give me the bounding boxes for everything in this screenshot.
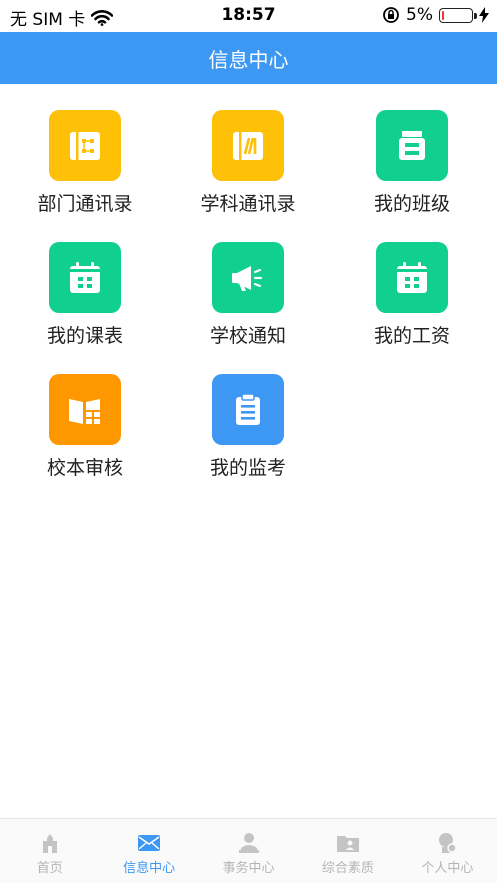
tile-icon-bg [212,242,284,313]
tab-label: 个人中心 [421,861,474,876]
contact-book-icon [70,131,100,160]
tab-label: 事务中心 [222,861,275,876]
nav-header: 信息中心 [0,32,497,84]
class-icon [399,130,425,160]
home-icon [42,834,57,853]
tab-label: 综合素质 [321,861,374,876]
tile-department-directory[interactable]: 部门通讯录 [5,84,165,216]
bottom-tab-bar: 首页 信息中心 事务中心 综合素质 个人中心 [0,818,497,883]
subject-book-icon [233,131,263,160]
tile-icon-bg [49,242,121,313]
user-settings-icon [439,833,458,853]
tab-personal-center[interactable]: 个人中心 [398,819,497,883]
battery-percent: 5% [406,5,433,25]
tile-label: 我的班级 [373,193,450,215]
tile-label: 部门通讯录 [37,193,133,215]
status-bar: 无 SIM 卡 18:57 5% [0,0,497,32]
person-desk-icon [238,833,259,853]
tile-icon-bg [49,374,121,445]
tab-home[interactable]: 首页 [0,819,99,883]
tile-school-review[interactable]: 校本审核 [5,348,165,480]
tile-icon-bg [49,110,121,181]
profile-folder-icon [336,836,359,852]
tab-info-center[interactable]: 信息中心 [99,819,198,883]
book-review-icon [69,398,100,424]
calendar-icon [397,261,427,293]
tile-subject-directory[interactable]: 学科通讯录 [168,84,328,216]
tile-my-class[interactable]: 我的班级 [332,84,492,216]
tile-label: 学科通讯录 [200,193,296,215]
tab-label: 信息中心 [123,861,176,876]
mail-icon [138,835,161,851]
tab-label: 首页 [36,861,63,876]
tile-school-notice[interactable]: 学校通知 [168,216,328,348]
charging-bolt-icon [479,7,489,23]
tab-affairs-center[interactable]: 事务中心 [199,819,298,883]
tile-label: 校本审核 [46,457,123,479]
status-right: 5% [382,5,489,25]
tile-label: 我的工资 [373,325,450,347]
battery-icon [439,7,477,23]
clipboard-icon [236,392,260,425]
megaphone-icon [232,265,263,291]
rotation-lock-icon [383,7,399,23]
tile-my-invigilation[interactable]: 我的监考 [168,348,328,480]
page-title: 信息中心 [208,47,289,72]
tile-label: 学校通知 [209,325,286,347]
tile-icon-bg [376,242,448,313]
calendar-icon [70,261,100,293]
tile-icon-bg [212,110,284,181]
tile-label: 我的监考 [209,457,286,479]
tile-my-salary[interactable]: 我的工资 [332,216,492,348]
tab-comprehensive-quality[interactable]: 综合素质 [298,819,397,883]
tile-label: 我的课表 [46,325,123,347]
battery-fill [442,10,444,20]
tile-my-schedule[interactable]: 我的课表 [5,216,165,348]
tile-icon-bg [376,110,448,181]
tile-icon-bg [212,374,284,445]
